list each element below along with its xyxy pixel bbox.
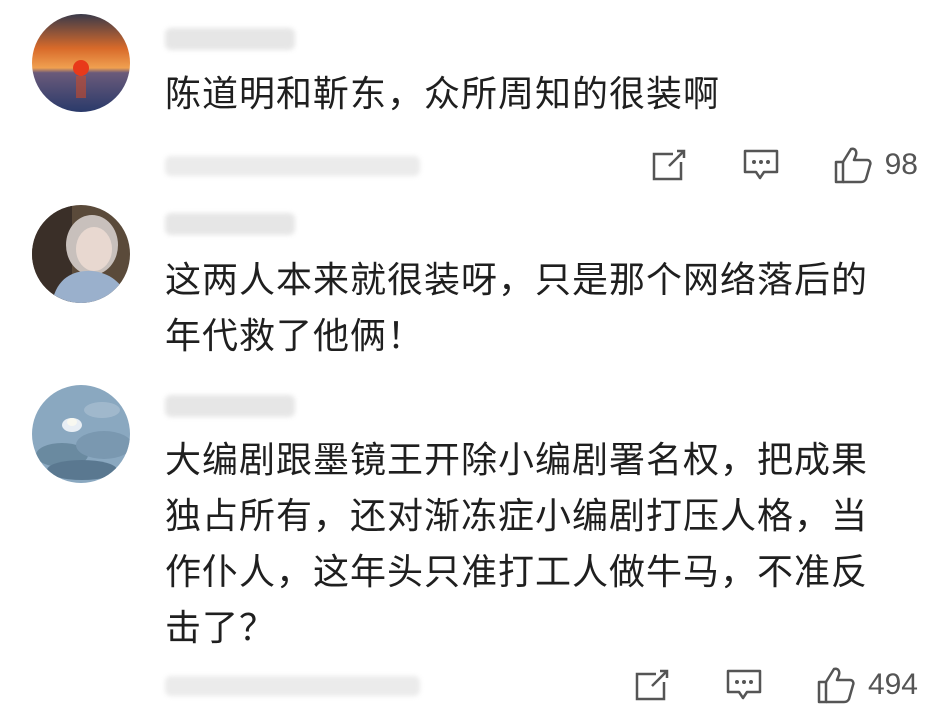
comment-actions: 98 (597, 145, 918, 185)
comment-text: 陈道明和靳东，众所周知的很装啊 (165, 74, 721, 115)
avatar[interactable] (32, 205, 130, 303)
avatar[interactable] (32, 385, 130, 483)
comment-item: 这两人本来就很装呀，只是那个网络落后的 年代救了他俩！ (0, 195, 948, 375)
like-button[interactable]: 494 (816, 665, 918, 705)
comment-text: 这两人本来就很装呀，只是那个网络落后的 年代救了他俩！ (165, 260, 869, 357)
comment-text: 大编剧跟墨镜王开除小编剧署名权，把成果 独占所有，还对渐冻症小编剧打压人格，当 … (165, 440, 869, 649)
username-blurred[interactable] (165, 395, 295, 417)
thumbs-up-icon (834, 147, 872, 184)
username-blurred[interactable] (165, 28, 295, 50)
comment-meta-blurred (165, 676, 420, 696)
person-avatar-image (32, 205, 130, 303)
lotus-avatar-image (32, 385, 130, 483)
like-count: 98 (884, 148, 918, 181)
comment-meta-blurred (165, 156, 420, 176)
share-icon[interactable] (649, 145, 689, 185)
comment-actions: 494 (580, 665, 918, 705)
share-icon[interactable] (632, 665, 672, 705)
like-button[interactable]: 98 (833, 145, 918, 185)
thumbs-up-icon (817, 667, 855, 704)
sunset-avatar-image (32, 14, 130, 112)
username-blurred[interactable] (165, 213, 295, 235)
like-count: 494 (867, 668, 918, 701)
comment-item: 陈道明和靳东，众所周知的很装啊 98 (0, 0, 948, 195)
reply-icon[interactable] (741, 145, 781, 185)
avatar[interactable] (32, 14, 130, 112)
comment-item: 大编剧跟墨镜王开除小编剧署名权，把成果 独占所有，还对渐冻症小编剧打压人格，当 … (0, 375, 948, 727)
reply-icon[interactable] (724, 665, 764, 705)
